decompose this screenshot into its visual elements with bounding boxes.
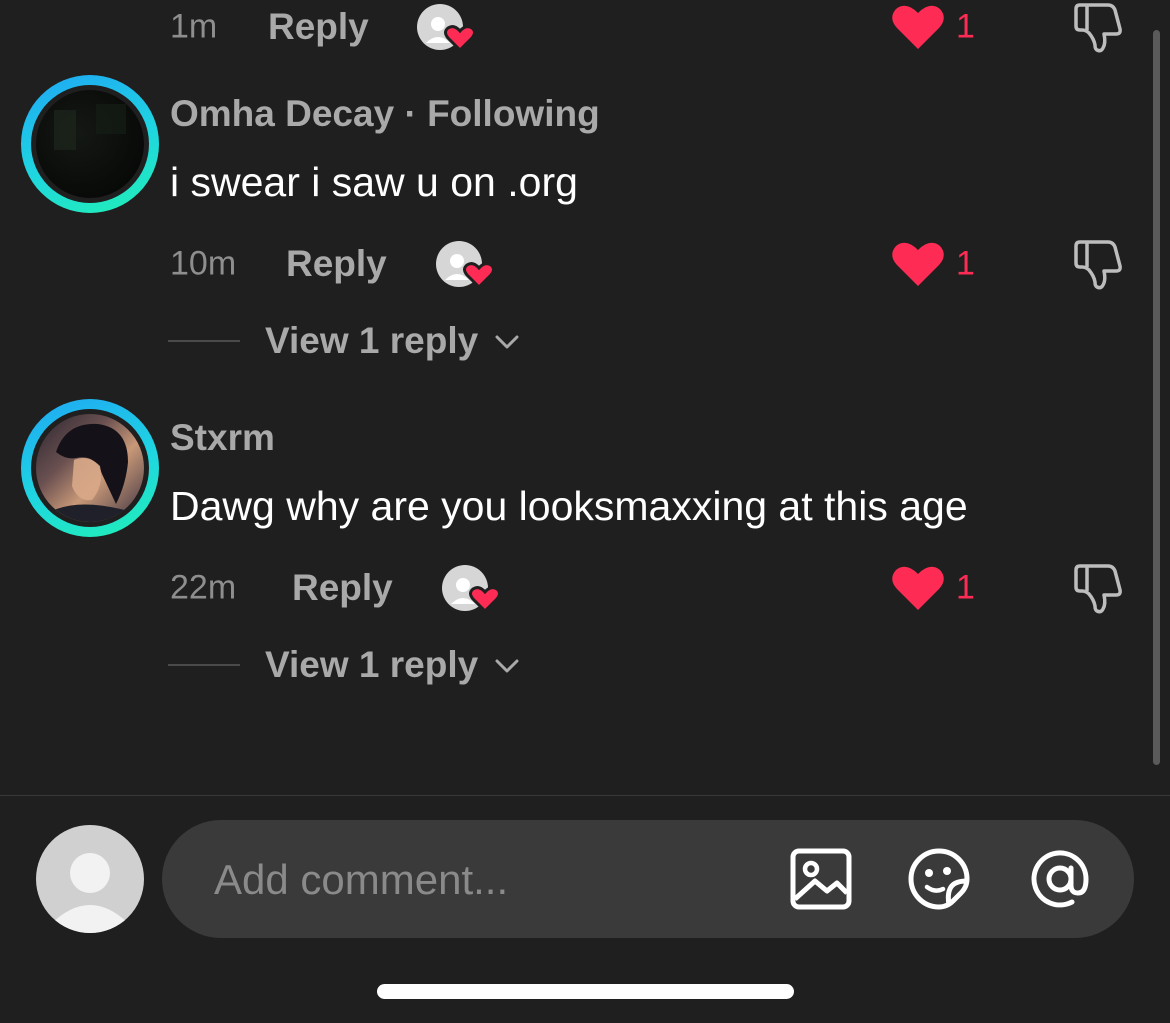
heart-icon xyxy=(892,5,944,50)
avatar-image xyxy=(36,90,144,198)
view-replies-label: View 1 reply xyxy=(265,320,479,361)
image-icon[interactable] xyxy=(789,847,853,911)
home-indicator[interactable] xyxy=(377,984,794,999)
thumbs-down-icon[interactable] xyxy=(1070,560,1126,616)
avatar[interactable] xyxy=(21,399,159,537)
emoji-sticker-icon[interactable] xyxy=(907,847,971,911)
reply-button[interactable]: Reply xyxy=(268,6,369,48)
reply-button[interactable]: Reply xyxy=(292,567,393,609)
chevron-down-icon xyxy=(495,659,519,673)
comment-time: 22m xyxy=(170,568,237,607)
follow-status: Following xyxy=(427,93,600,134)
heart-icon xyxy=(892,242,944,286)
default-avatar-icon xyxy=(50,853,130,933)
reply-button[interactable]: Reply xyxy=(286,243,387,285)
like-count: 1 xyxy=(956,244,975,283)
comment-text: Dawg why are you looksmaxxing at this ag… xyxy=(170,483,968,529)
comment-composer xyxy=(162,820,1134,938)
heart-icon xyxy=(892,566,944,610)
avatar[interactable] xyxy=(21,75,159,213)
like-count: 1 xyxy=(956,7,975,46)
creator-liked-icon xyxy=(442,565,501,614)
comment-time: 10m xyxy=(170,244,237,283)
view-replies-button[interactable]: View 1 reply xyxy=(168,316,568,366)
comment-item: Stxrm Dawg why are you looksmaxxing at t… xyxy=(0,399,1150,689)
thumbs-down-icon[interactable] xyxy=(1070,0,1126,55)
at-icon[interactable] xyxy=(1028,847,1092,911)
view-replies-label: View 1 reply xyxy=(265,644,479,685)
username[interactable]: Stxrm xyxy=(170,417,275,458)
comment-input[interactable] xyxy=(212,849,756,911)
avatar-image xyxy=(36,414,144,522)
divider xyxy=(168,340,240,342)
comment-actions-top: 1m Reply 1 xyxy=(0,0,1170,57)
comment-item: Omha Decay · Following i swear i saw u o… xyxy=(0,75,1150,365)
comment-header: Omha Decay · Following xyxy=(170,93,600,135)
composer-divider xyxy=(0,795,1170,796)
like-button[interactable]: 1 xyxy=(890,238,980,290)
like-count: 1 xyxy=(956,568,975,607)
thumbs-down-icon[interactable] xyxy=(1070,236,1126,292)
like-button[interactable]: 1 xyxy=(890,562,980,614)
comment-actions: 10m Reply 1 xyxy=(0,234,1170,294)
comment-text: i swear i saw u on .org xyxy=(170,159,578,205)
chevron-down-icon xyxy=(495,335,519,349)
username[interactable]: Omha Decay xyxy=(170,93,394,134)
creator-liked-icon xyxy=(436,241,495,290)
scrollbar[interactable] xyxy=(1153,30,1160,765)
divider xyxy=(168,664,240,666)
my-avatar[interactable] xyxy=(36,825,144,933)
comments-sheet: 1m Reply 1 Omha Decay · Following i swea… xyxy=(0,0,1170,1023)
view-replies-button[interactable]: View 1 reply xyxy=(168,640,568,690)
like-button[interactable]: 1 xyxy=(890,1,980,53)
separator: · xyxy=(394,93,428,134)
creator-liked-icon xyxy=(417,4,476,53)
comment-header: Stxrm xyxy=(170,417,275,459)
comment-time: 1m xyxy=(170,7,218,46)
comment-actions: 22m Reply 1 xyxy=(0,558,1170,618)
